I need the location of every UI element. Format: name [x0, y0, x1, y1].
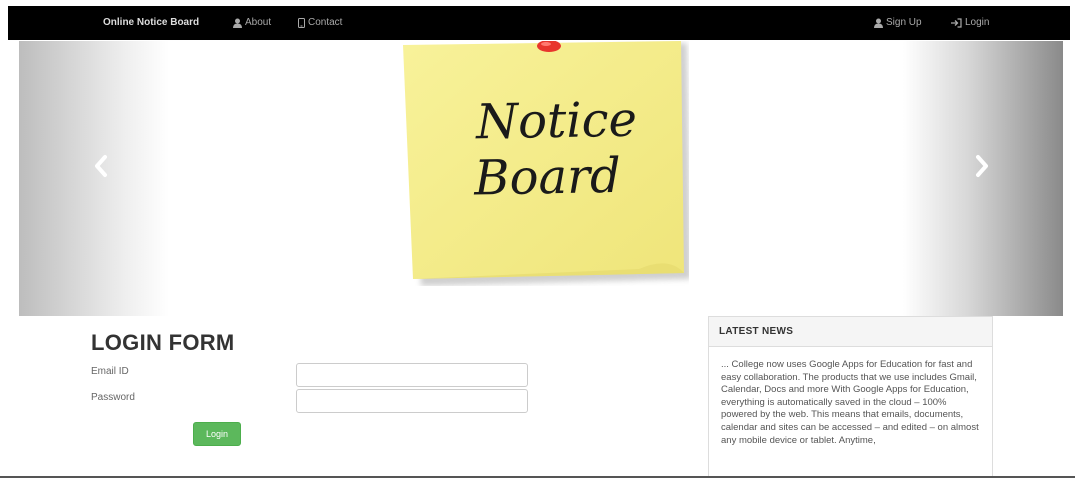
nav-login-label: Login — [965, 17, 990, 28]
navbar: Online Notice Board About Contact Sign U… — [8, 6, 1070, 40]
latest-news-body: ... College now uses Google Apps for Edu… — [721, 359, 979, 446]
nav-signup-label: Sign Up — [886, 17, 922, 28]
nav-signup[interactable]: Sign Up — [874, 17, 922, 28]
nav-contact[interactable]: Contact — [298, 17, 342, 28]
password-label: Password — [91, 392, 135, 403]
brand-link[interactable]: Online Notice Board — [103, 17, 199, 28]
user-icon — [233, 18, 242, 28]
chevron-right-icon[interactable] — [972, 151, 992, 181]
nav-login[interactable]: Login — [951, 17, 989, 28]
latest-news-title: LATEST NEWS — [709, 317, 992, 347]
chevron-left-icon[interactable] — [91, 151, 111, 181]
latest-news-panel: LATEST NEWS ... College now uses Google … — [708, 316, 993, 478]
nav-about-label: About — [245, 17, 272, 28]
image-carousel: Notice Board — [19, 41, 1063, 316]
phone-icon — [298, 17, 305, 28]
email-label: Email ID — [91, 366, 129, 377]
note-line-2: Board — [473, 147, 622, 207]
sticky-note-text: Notice Board — [436, 91, 678, 207]
login-icon — [951, 17, 962, 28]
pushpin-icon — [537, 41, 561, 52]
user-icon — [874, 18, 883, 28]
login-button[interactable]: Login — [193, 422, 241, 446]
nav-about[interactable]: About — [233, 17, 271, 28]
password-field[interactable] — [296, 389, 528, 413]
nav-contact-label: Contact — [308, 17, 343, 28]
note-line-1: Notice — [475, 91, 638, 151]
email-field[interactable] — [296, 363, 528, 387]
login-form-title: LOGIN FORM — [91, 330, 235, 355]
